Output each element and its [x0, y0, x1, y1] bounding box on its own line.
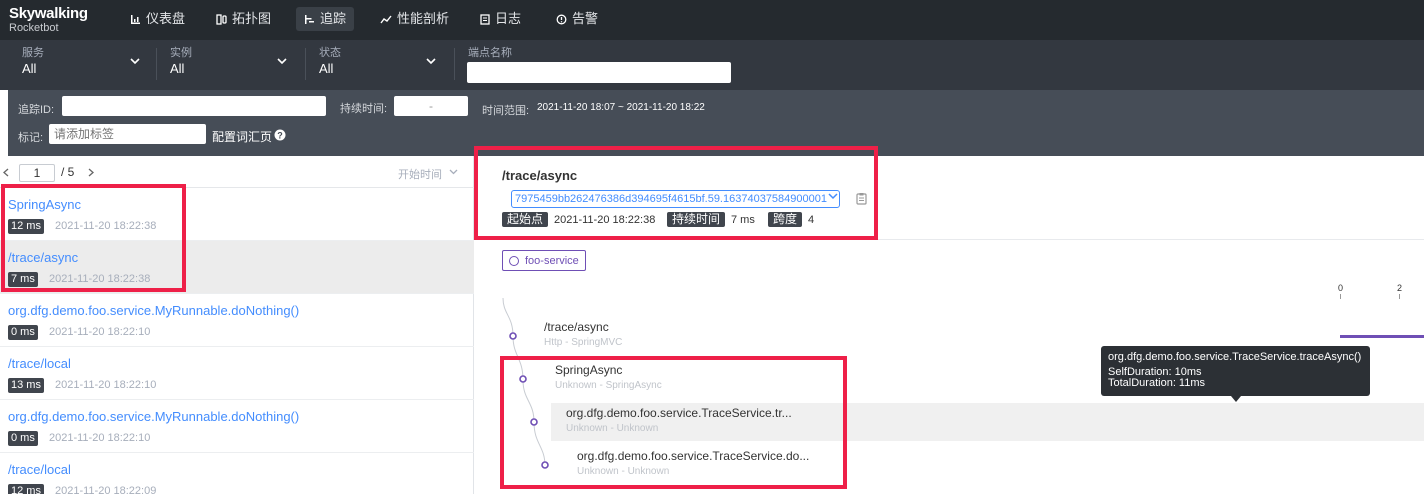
ruler-tick — [1340, 294, 1341, 299]
service-filter-label: 服务 — [22, 47, 44, 59]
trace-name: /trace/local — [8, 356, 71, 371]
alarm-icon — [556, 14, 567, 24]
instance-filter-label: 实例 — [170, 47, 192, 59]
trace-start-time: 2021-11-20 18:22:10 — [49, 432, 151, 444]
nav-trace-label: 追踪 — [320, 11, 347, 26]
top-nav: Skywalking Rocketbot 仪表盘 拓扑图 追踪 性能剖析 日志 … — [0, 0, 1424, 40]
tooltip-total-duration: TotalDuration: 11ms — [1108, 377, 1206, 389]
trace-name: org.dfg.demo.foo.service.MyRunnable.doNo… — [8, 409, 300, 424]
trace-start-time: 2021-11-20 18:22:09 — [55, 485, 157, 494]
nav-profile[interactable]: 性能剖析 — [372, 7, 457, 31]
span-node-icon — [509, 332, 517, 340]
sort-label[interactable]: 开始时间 — [398, 166, 442, 182]
chevron-right-icon[interactable] — [88, 168, 94, 177]
span-name: /trace/async — [544, 320, 609, 334]
svg-text:?: ? — [277, 131, 283, 141]
nav-dashboard[interactable]: 仪表盘 — [122, 7, 193, 31]
ruler-label: 2 — [1397, 283, 1403, 293]
trace-duration-badge: 0 ms — [8, 431, 38, 446]
nav-dashboard-label: 仪表盘 — [146, 11, 186, 26]
trace-name: /trace/local — [8, 462, 71, 477]
tooltip-title: org.dfg.demo.foo.service.TraceService.tr… — [1108, 351, 1362, 363]
time-range-value[interactable]: 2021-11-20 18:07 ~ 2021-11-20 18:22 — [537, 102, 705, 113]
service-filter[interactable]: 服务 All — [22, 46, 142, 84]
nav-log-label: 日志 — [495, 11, 522, 26]
logo[interactable]: Skywalking Rocketbot — [9, 5, 88, 35]
topology-icon — [216, 13, 227, 25]
duration-label: 持续时间: — [340, 103, 388, 115]
span-timeline-bar — [1340, 335, 1424, 338]
brand-name: Skywalking — [9, 5, 88, 22]
divider — [454, 48, 455, 80]
service-chip[interactable]: foo-service — [502, 250, 586, 271]
status-filter-label: 状态 — [319, 47, 341, 59]
ruler-tick — [1399, 294, 1400, 299]
status-filter-value: All — [319, 61, 334, 76]
endpoint-filter-label: 端点名称 — [468, 47, 512, 59]
tooltip-arrow — [1231, 396, 1241, 402]
service-ring-icon — [509, 255, 519, 266]
log-icon — [480, 13, 490, 25]
trace-list-item[interactable]: org.dfg.demo.foo.service.MyRunnable.doNo… — [0, 400, 474, 453]
nav-alarm-label: 告警 — [572, 11, 599, 26]
trace-start-time: 2021-11-20 18:22:10 — [55, 379, 157, 391]
instance-filter[interactable]: 实例 All — [170, 46, 290, 84]
trace-id-input[interactable] — [62, 96, 326, 116]
help-icon[interactable]: ? — [274, 129, 286, 141]
tags-input[interactable] — [49, 124, 206, 144]
ruler-label: 0 — [1338, 283, 1344, 293]
nav-topology[interactable]: 拓扑图 — [208, 7, 279, 31]
chevron-down-icon — [449, 169, 458, 175]
trace-icon — [305, 14, 314, 24]
brand-sub: Rocketbot — [9, 22, 59, 34]
profile-icon — [380, 15, 392, 23]
endpoint-name-input[interactable] — [467, 62, 731, 83]
trace-duration-badge: 13 ms — [8, 378, 44, 393]
trace-list-item[interactable]: org.dfg.demo.foo.service.MyRunnable.doNo… — [0, 294, 474, 347]
nav-log[interactable]: 日志 — [472, 7, 529, 31]
trace-start-time: 2021-11-20 18:22:10 — [49, 326, 151, 338]
divider — [156, 48, 157, 80]
trace-list-item[interactable]: /trace/local 12 ms 2021-11-20 18:22:09 — [0, 453, 474, 494]
dashboard-icon — [131, 14, 140, 24]
tags-label: 标记: — [18, 132, 44, 144]
span-component: Http - SpringMVC — [544, 337, 623, 348]
nav-alarm[interactable]: 告警 — [548, 7, 606, 31]
service-name: foo-service — [525, 254, 579, 267]
instance-filter-value: All — [170, 61, 185, 76]
span-tooltip: org.dfg.demo.foo.service.TraceService.tr… — [1101, 346, 1370, 396]
trace-duration-badge: 0 ms — [8, 325, 38, 340]
duration-input[interactable]: - — [394, 96, 468, 116]
trace-duration-badge: 12 ms — [8, 484, 44, 494]
chevron-down-icon — [130, 58, 140, 65]
nav-topology-label: 拓扑图 — [232, 11, 272, 26]
time-range-label: 时间范围: — [482, 105, 530, 117]
annotation-box — [1, 184, 186, 292]
chevron-down-icon — [277, 58, 287, 65]
span-row[interactable]: /trace/async Http - SpringMVC — [544, 320, 622, 348]
service-filter-value: All — [22, 61, 37, 76]
chevron-down-icon — [426, 58, 436, 65]
page-total: / 5 — [61, 165, 75, 179]
status-filter[interactable]: 状态 All — [319, 46, 439, 84]
page-number-input[interactable]: 1 — [19, 164, 55, 182]
config-vocab-link[interactable]: 配置词汇页 — [212, 128, 272, 145]
trace-id-label: 追踪ID: — [18, 104, 55, 116]
trace-name: org.dfg.demo.foo.service.MyRunnable.doNo… — [8, 303, 300, 318]
annotation-box — [500, 356, 847, 489]
chevron-left-icon[interactable] — [3, 168, 9, 177]
trace-list-item[interactable]: /trace/local 13 ms 2021-11-20 18:22:10 — [0, 347, 474, 400]
nav-profile-label: 性能剖析 — [397, 11, 450, 26]
nav-trace[interactable]: 追踪 — [296, 7, 355, 31]
divider — [305, 48, 306, 80]
annotation-box — [474, 146, 878, 240]
